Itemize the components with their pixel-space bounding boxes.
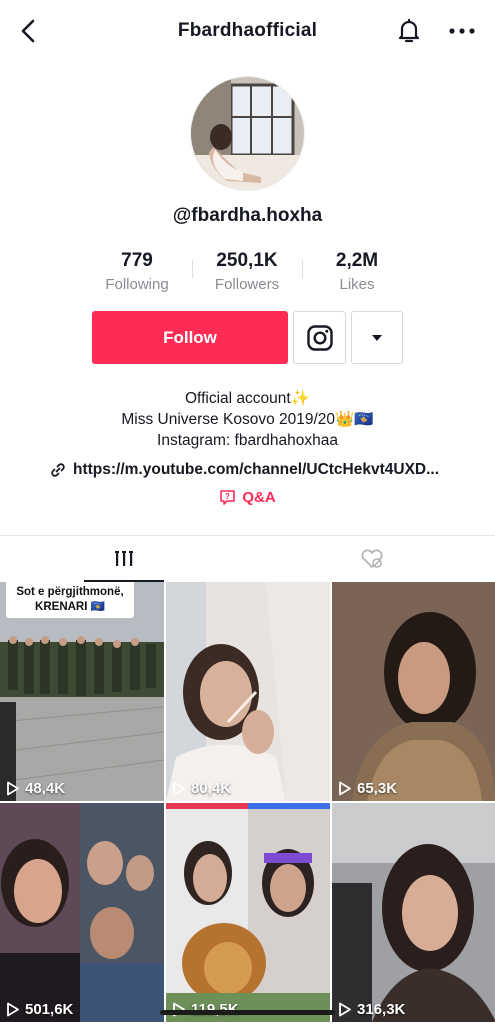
more-icon[interactable] — [446, 16, 478, 46]
tab-videos[interactable] — [0, 536, 247, 582]
qa-icon: ? — [220, 490, 236, 505]
video-thumbnail[interactable]: Sot e përgjithmonë, KRENARI 🇽🇰 48,4K — [0, 582, 164, 801]
link-icon — [51, 463, 65, 477]
stat-following[interactable]: 779 Following — [82, 250, 192, 293]
liked-videos-icon — [361, 549, 382, 568]
instagram-button[interactable] — [293, 311, 346, 364]
video-grid: Sot e përgjithmonë, KRENARI 🇽🇰 48,4K 80,… — [0, 582, 495, 1024]
followers-count: 250,1K — [216, 250, 278, 271]
view-count: 65,3K — [338, 780, 397, 797]
view-count: 316,3K — [338, 1001, 405, 1018]
play-icon — [7, 781, 19, 796]
video-thumbnail[interactable]: 65,3K — [332, 582, 495, 801]
profile-stats: 779 Following 250,1K Followers 2,2M Like… — [0, 250, 495, 300]
qa-label: Q&A — [242, 489, 276, 506]
view-count-text: 501,6K — [25, 1001, 74, 1018]
play-icon — [339, 781, 351, 796]
tab-liked[interactable] — [248, 536, 495, 582]
view-count-text: 80,4K — [191, 780, 232, 797]
avatar[interactable] — [190, 76, 305, 191]
videos-grid-icon — [114, 551, 133, 566]
following-label: Following — [105, 276, 169, 293]
likes-label: Likes — [339, 276, 375, 293]
following-count: 779 — [121, 250, 153, 271]
bio-link-text: https://m.youtube.com/channel/UCtcHekvt4… — [73, 461, 440, 478]
stat-followers[interactable]: 250,1K Followers — [192, 250, 302, 293]
bio-link[interactable]: https://m.youtube.com/channel/UCtcHekvt4… — [50, 459, 470, 481]
bio-line: Miss Universe Kosovo 2019/20👑🇽🇰 — [121, 411, 374, 428]
view-count-text: 65,3K — [357, 780, 398, 797]
stat-likes[interactable]: 2,2M Likes — [302, 250, 412, 293]
video-thumbnail[interactable]: 119,5K — [166, 803, 330, 1022]
view-count: 501,6K — [6, 1001, 73, 1018]
view-count-text: 48,4K — [25, 780, 66, 797]
bio-line: Instagram: fbardhahoxhaa — [157, 432, 338, 449]
followers-label: Followers — [214, 276, 280, 293]
username: @fbardha.hoxha — [172, 205, 323, 226]
home-indicator — [160, 1010, 335, 1015]
suggested-accounts-button[interactable] — [351, 311, 403, 364]
view-count: 80,4K — [172, 780, 231, 797]
bio-line: Official account✨ — [185, 390, 310, 407]
bell-icon[interactable] — [394, 16, 424, 46]
view-count-text: 316,3K — [357, 1001, 406, 1018]
video-caption-overlay: Sot e përgjithmonë, KRENARI 🇽🇰 — [6, 582, 134, 618]
video-thumbnail[interactable]: 501,6K — [0, 803, 164, 1022]
likes-count: 2,2M — [335, 250, 379, 271]
profile-tabs — [0, 535, 495, 582]
play-icon — [173, 781, 185, 796]
view-count: 48,4K — [6, 780, 65, 797]
bio: Official account✨ Miss Universe Kosovo 2… — [0, 388, 495, 451]
play-icon — [7, 1002, 19, 1017]
video-thumbnail[interactable]: 316,3K — [332, 803, 495, 1022]
qa-button[interactable]: ? Q&A — [0, 489, 495, 506]
follow-button[interactable]: Follow — [92, 311, 288, 364]
caret-down-icon — [372, 334, 382, 341]
play-icon — [339, 1002, 351, 1017]
top-bar: Fbardhaofficial — [0, 0, 495, 62]
svg-text:?: ? — [225, 492, 230, 501]
video-thumbnail[interactable]: 80,4K — [166, 582, 330, 801]
instagram-icon — [306, 324, 333, 351]
